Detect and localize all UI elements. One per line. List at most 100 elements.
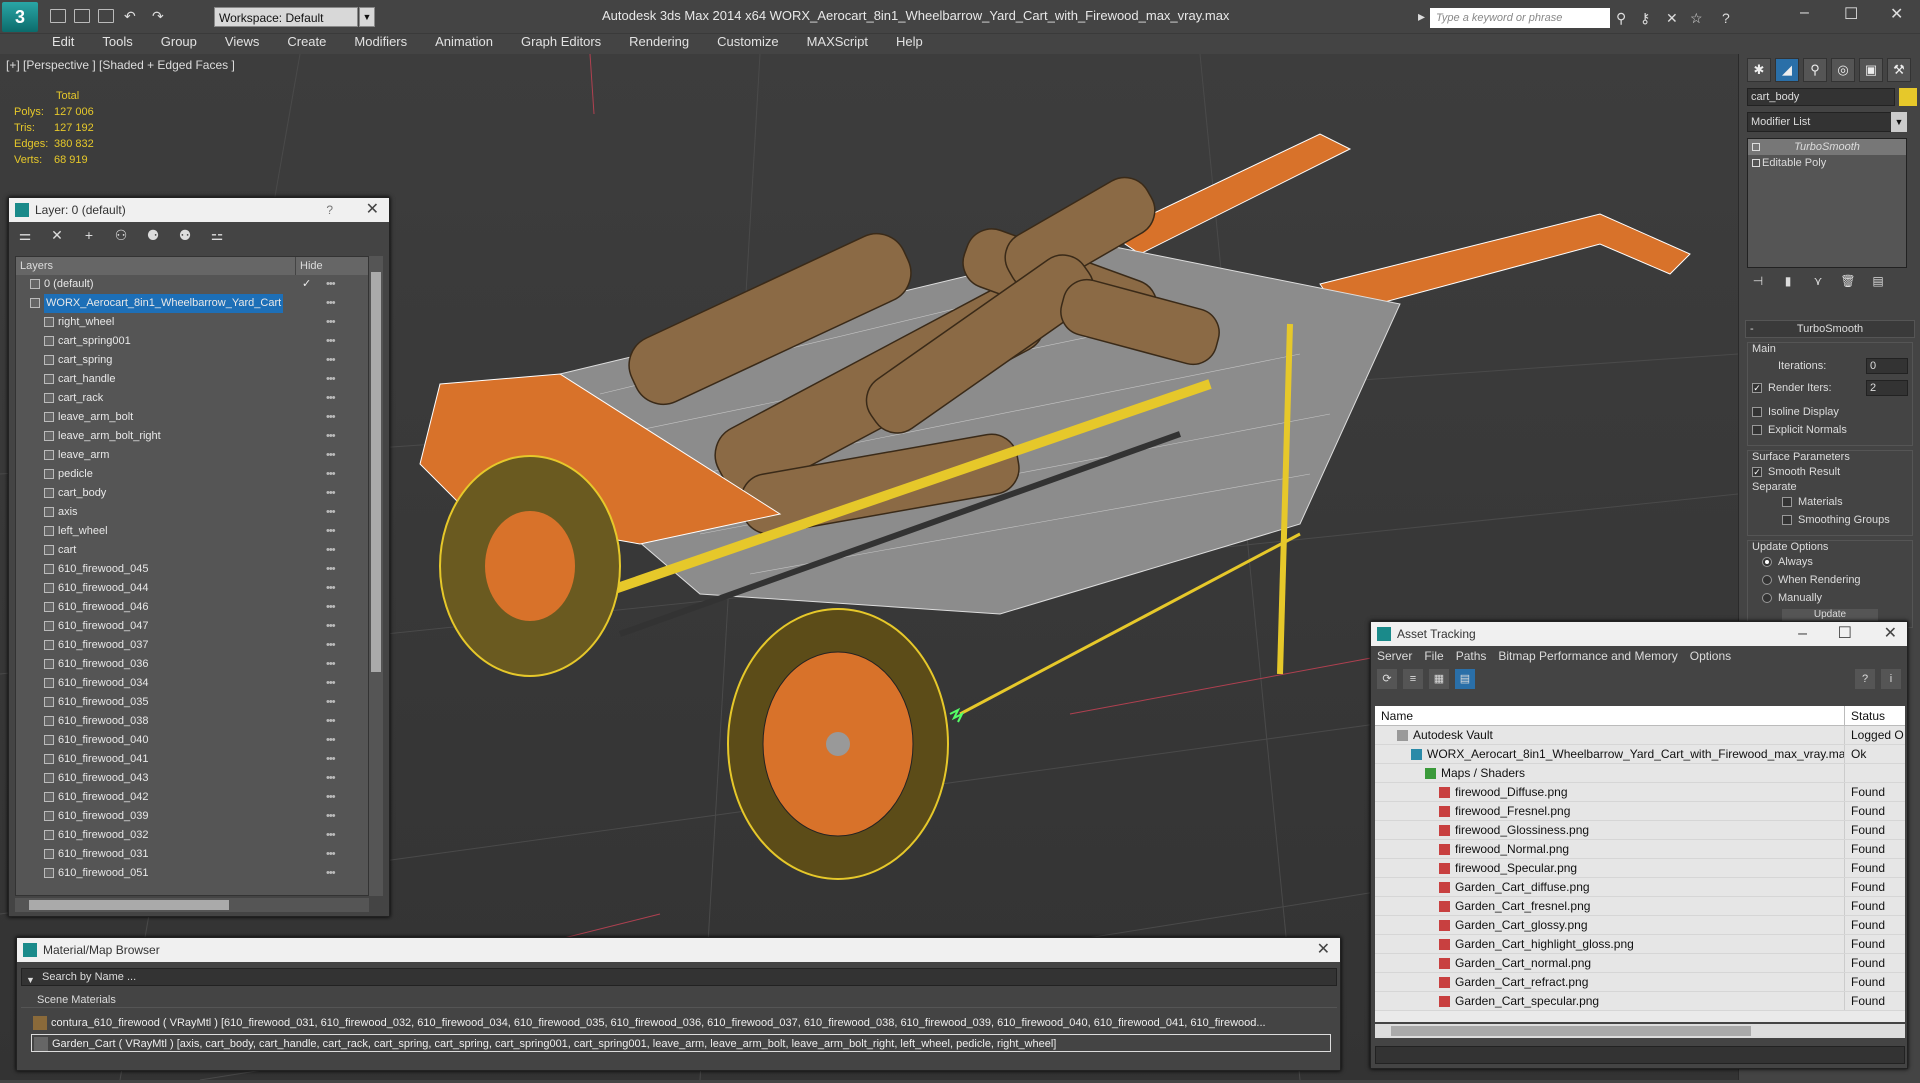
help-icon[interactable]: ? (1855, 669, 1875, 689)
hide-toggle[interactable]: ••• (326, 446, 336, 465)
menu-item-rendering[interactable]: Rendering (615, 34, 703, 52)
asset-menu-paths[interactable]: Paths (1450, 646, 1493, 666)
always-radio[interactable] (1762, 557, 1772, 567)
table-view-icon[interactable]: ▤ (1455, 669, 1475, 689)
column-hide[interactable]: Hide (296, 257, 323, 275)
display-tab-icon[interactable]: ▣ (1859, 58, 1883, 82)
layer-row[interactable]: right_wheel ••• (16, 313, 368, 332)
motion-tab-icon[interactable]: ◎ (1831, 58, 1855, 82)
layer-row[interactable]: 610_firewood_047 ••• (16, 617, 368, 636)
save-file-icon[interactable] (98, 9, 114, 23)
create-tab-icon[interactable]: ✱ (1747, 58, 1771, 82)
help-icon[interactable]: ? (1722, 10, 1730, 26)
materials-checkbox[interactable] (1782, 497, 1792, 507)
asset-path-field[interactable] (1375, 1046, 1905, 1064)
hide-toggle[interactable]: ••• (326, 769, 336, 788)
asset-row[interactable]: Garden_Cart_refract.png Found (1375, 973, 1905, 992)
asset-row[interactable]: firewood_Fresnel.png Found (1375, 802, 1905, 821)
hide-toggle[interactable]: ••• (326, 731, 336, 750)
close-icon[interactable]: ✕ (1317, 938, 1330, 962)
hide-toggle[interactable]: ••• (326, 275, 336, 294)
make-unique-icon[interactable]: ⋎ (1807, 274, 1829, 294)
update-button[interactable]: Update (1782, 609, 1878, 621)
layer-row[interactable]: 610_firewood_039 ••• (16, 807, 368, 826)
layer-row[interactable]: leave_arm_bolt ••• (16, 408, 368, 427)
add-to-layer-icon[interactable]: ⚇ (111, 226, 131, 244)
close-icon[interactable]: ✕ (1890, 4, 1903, 24)
layer-row[interactable]: 610_firewood_032 ••• (16, 826, 368, 845)
layer-row[interactable]: 610_firewood_051 ••• (16, 864, 368, 883)
menu-item-create[interactable]: Create (273, 34, 340, 52)
highlight-layer-icon[interactable]: ⚉ (175, 226, 195, 244)
maximize-icon[interactable]: ☐ (1844, 4, 1858, 24)
layer-row[interactable]: 610_firewood_044 ••• (16, 579, 368, 598)
remove-modifier-icon[interactable]: 🗑 (1837, 274, 1859, 294)
asset-panel-titlebar[interactable]: Asset Tracking – ☐ ✕ (1371, 622, 1907, 646)
show-end-result-icon[interactable]: ▮ (1777, 274, 1799, 294)
asset-row[interactable]: Garden_Cart_normal.png Found (1375, 954, 1905, 973)
asset-row[interactable]: Maps / Shaders (1375, 764, 1905, 783)
asset-row[interactable]: WORX_Aerocart_8in1_Wheelbarrow_Yard_Cart… (1375, 745, 1905, 764)
hide-toggle[interactable]: ••• (326, 712, 336, 731)
asset-row[interactable]: Garden_Cart_highlight_gloss.png Found (1375, 935, 1905, 954)
layer-tool-icon[interactable]: ⚌ (15, 226, 35, 244)
layer-row[interactable]: 0 (default) ✓ ••• (16, 275, 368, 294)
hide-toggle[interactable]: ••• (326, 693, 336, 712)
hide-toggle[interactable]: ••• (326, 579, 336, 598)
exchange-icon[interactable]: ✕ (1666, 10, 1678, 27)
stack-item-editable-poly[interactable]: Editable Poly (1748, 155, 1906, 171)
menu-item-group[interactable]: Group (147, 34, 211, 52)
asset-menu-file[interactable]: File (1418, 646, 1449, 666)
material-item[interactable]: contura_610_firewood ( VRayMtl ) [610_fi… (31, 1014, 1331, 1032)
menu-item-modifiers[interactable]: Modifiers (340, 34, 421, 52)
new-file-icon[interactable] (50, 9, 66, 23)
layer-row[interactable]: 610_firewood_035 ••• (16, 693, 368, 712)
menu-item-animation[interactable]: Animation (421, 34, 507, 52)
hide-toggle[interactable]: ••• (326, 655, 336, 674)
layer-row[interactable]: leave_arm ••• (16, 446, 368, 465)
hide-toggle[interactable]: ••• (326, 807, 336, 826)
layer-row[interactable]: cart_body ••• (16, 484, 368, 503)
thumbnail-view-icon[interactable]: ▦ (1429, 669, 1449, 689)
asset-row[interactable]: firewood_Diffuse.png Found (1375, 783, 1905, 802)
lightbulb-icon[interactable] (1752, 143, 1760, 151)
rollout-header[interactable]: - TurboSmooth (1745, 320, 1915, 338)
delete-layer-icon[interactable]: ✕ (47, 226, 67, 244)
help-search-input[interactable]: Type a keyword or phrase (1430, 8, 1610, 28)
hide-toggle[interactable]: ••• (326, 617, 336, 636)
hide-toggle[interactable]: ••• (326, 503, 336, 522)
hide-toggle[interactable]: ••• (326, 370, 336, 389)
close-icon[interactable]: ✕ (366, 198, 379, 222)
pin-stack-icon[interactable]: ⊣ (1747, 274, 1769, 294)
column-status[interactable]: Status (1845, 706, 1885, 725)
hide-toggle[interactable]: ••• (326, 465, 336, 484)
expand-search-icon[interactable]: ▸ (1418, 8, 1425, 25)
asset-menu-bitmap-performance-and-memory[interactable]: Bitmap Performance and Memory (1492, 646, 1683, 666)
layer-row[interactable]: 610_firewood_036 ••• (16, 655, 368, 674)
layer-horizontal-scrollbar[interactable] (15, 898, 369, 912)
expand-icon[interactable] (1752, 159, 1760, 167)
configure-sets-icon[interactable]: ▤ (1867, 274, 1889, 294)
modifier-stack[interactable]: TurboSmooth Editable Poly (1747, 138, 1907, 268)
layer-row[interactable]: left_wheel ••• (16, 522, 368, 541)
material-search-input[interactable]: ▼ Search by Name ... (21, 968, 1337, 986)
open-file-icon[interactable] (74, 9, 90, 23)
manually-radio[interactable] (1762, 593, 1772, 603)
app-logo-button[interactable]: 3 (2, 2, 38, 32)
search-options-icon[interactable]: ▼ (26, 972, 35, 988)
chevron-down-icon[interactable]: ▼ (359, 7, 375, 27)
hide-toggle[interactable]: ••• (326, 826, 336, 845)
undo-icon[interactable]: ↶ (124, 8, 136, 25)
menu-item-customize[interactable]: Customize (703, 34, 792, 52)
layer-row[interactable]: 610_firewood_045 ••• (16, 560, 368, 579)
object-name-field[interactable]: cart_body (1747, 88, 1895, 106)
select-layer-icon[interactable]: ⚈ (143, 226, 163, 244)
list-view-icon[interactable]: ≡ (1403, 669, 1423, 689)
hide-toggle[interactable]: ••• (326, 788, 336, 807)
close-icon[interactable]: ✕ (1884, 622, 1897, 646)
asset-table[interactable]: Name Status Autodesk Vault Logged O WORX_A… (1375, 706, 1905, 1022)
layer-row[interactable]: 610_firewood_031 ••• (16, 845, 368, 864)
material-panel-titlebar[interactable]: Material/Map Browser ✕ (17, 938, 1340, 962)
layer-row[interactable]: cart_spring ••• (16, 351, 368, 370)
iterations-spinner[interactable]: 0 (1866, 358, 1908, 374)
